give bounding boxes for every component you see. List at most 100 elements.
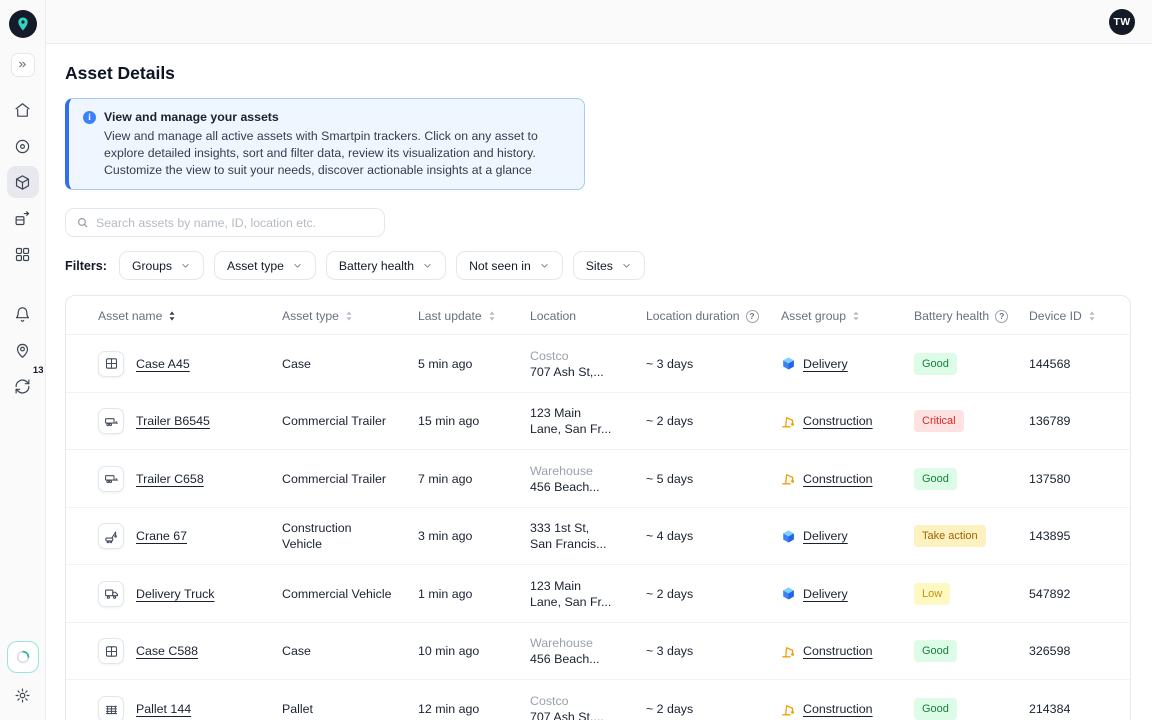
sort-icon[interactable] — [345, 310, 353, 322]
sidebar-item-sync[interactable]: 13 — [7, 370, 39, 402]
table-row[interactable]: Crane 67 Construction Vehicle 3 min ago … — [66, 508, 1130, 566]
assets-table: Asset nameAsset typeLast updateLocation L… — [65, 295, 1131, 720]
table-body: Case A45 Case 5 min ago Costco 707 Ash S… — [66, 335, 1130, 720]
column-header-location-duration[interactable]: Location duration? — [646, 309, 781, 323]
asset-name-link[interactable]: Delivery Truck — [136, 586, 215, 602]
location-cell: Costco 707 Ash St,... — [530, 693, 646, 720]
help-icon[interactable]: ? — [746, 310, 759, 323]
column-label: Device ID — [1029, 309, 1082, 323]
device-id-cell: 326598 — [1029, 643, 1130, 659]
last-update-cell: 10 min ago — [418, 643, 530, 659]
location-line1: 123 Main — [530, 578, 620, 594]
table-row[interactable]: Pallet 144 Pallet 12 min ago Costco 707 … — [66, 680, 1130, 720]
sync-icon — [14, 378, 31, 395]
sync-count-badge: 13 — [33, 365, 44, 376]
asset-group-link[interactable]: Delivery — [803, 586, 848, 602]
asset-name-cell: Crane 67 — [98, 523, 282, 549]
asset-group-cell: Delivery — [781, 356, 914, 372]
app-logo[interactable] — [9, 10, 37, 38]
sidebar-item-assets[interactable] — [7, 166, 39, 198]
table-row[interactable]: Case C588 Case 10 min ago Warehouse 456 … — [66, 623, 1130, 681]
sidebar-item-monitor[interactable] — [7, 130, 39, 162]
disc-icon — [14, 138, 31, 155]
asset-name-link[interactable]: Pallet 144 — [136, 701, 191, 717]
asset-group-link[interactable]: Construction — [803, 643, 873, 659]
sidebar-item-apps[interactable] — [7, 238, 39, 270]
location-line2: 707 Ash St,... — [530, 364, 620, 380]
table-row[interactable]: Trailer B6545 Commercial Trailer 15 min … — [66, 393, 1130, 451]
asset-name-cell: Case C588 — [98, 638, 282, 664]
asset-name-cell: Case A45 — [98, 351, 282, 377]
asset-name-cell: Trailer B6545 — [98, 408, 282, 434]
topbar: TW — [46, 0, 1152, 44]
asset-name-link[interactable]: Case A45 — [136, 356, 190, 372]
user-avatar[interactable]: TW — [1109, 9, 1135, 35]
info-banner: i View and manage your assets View and m… — [65, 98, 585, 190]
search-box[interactable] — [65, 208, 385, 237]
sidebar-item-shipments[interactable] — [7, 202, 39, 234]
column-header-asset-type[interactable]: Asset type — [282, 309, 418, 323]
construction-icon — [781, 702, 796, 717]
sidebar-item-locations[interactable] — [7, 334, 39, 366]
column-header-battery-health[interactable]: Battery health? — [914, 309, 1029, 323]
sort-icon[interactable] — [1088, 310, 1096, 322]
asset-name-link[interactable]: Trailer C658 — [136, 471, 204, 487]
asset-group-link[interactable]: Construction — [803, 413, 873, 429]
sort-icon[interactable] — [168, 310, 176, 322]
sidebar-expand-button[interactable] — [11, 53, 35, 77]
asset-name-link[interactable]: Trailer B6545 — [136, 413, 210, 429]
filter-chip-label: Asset type — [227, 259, 284, 273]
table-row[interactable]: Trailer C658 Commercial Trailer 7 min ag… — [66, 450, 1130, 508]
column-header-last-update[interactable]: Last update — [418, 309, 530, 323]
table-row[interactable]: Case A45 Case 5 min ago Costco 707 Ash S… — [66, 335, 1130, 393]
shipment-icon — [14, 210, 31, 227]
sidebar-bottom — [7, 641, 39, 710]
column-label: Location — [530, 309, 576, 323]
brand-icon[interactable] — [7, 641, 39, 673]
filters-row: Filters: GroupsAsset typeBattery healthN… — [65, 251, 1131, 280]
asset-name-cell: Delivery Truck — [98, 581, 282, 607]
sort-icon[interactable] — [852, 310, 860, 322]
asset-group-link[interactable]: Delivery — [803, 528, 848, 544]
sidebar-item-home[interactable] — [7, 94, 39, 126]
asset-group-link[interactable]: Construction — [803, 701, 873, 717]
filter-chips: Groups Asset type Battery health Not seen i… — [119, 251, 645, 280]
filter-chip-groups[interactable]: Groups — [119, 251, 204, 280]
table-row[interactable]: Delivery Truck Commercial Vehicle 1 min … — [66, 565, 1130, 623]
help-icon[interactable]: ? — [995, 310, 1008, 323]
case-icon — [98, 638, 124, 664]
column-header-location[interactable]: Location — [530, 309, 646, 323]
sort-icon[interactable] — [488, 310, 496, 322]
filter-chip-battery-health[interactable]: Battery health — [326, 251, 446, 280]
device-id-cell: 143895 — [1029, 528, 1130, 544]
app-root: 13 TW Asset Details i View and manage yo… — [0, 0, 1152, 720]
location-duration-cell: ~ 5 days — [646, 471, 781, 487]
location-cell: Warehouse 456 Beach... — [530, 463, 646, 495]
asset-name-link[interactable]: Crane 67 — [136, 528, 187, 544]
asset-group-link[interactable]: Delivery — [803, 356, 848, 372]
pin-icon — [14, 342, 31, 359]
filter-chip-sites[interactable]: Sites — [573, 251, 645, 280]
column-header-device-id[interactable]: Device ID — [1029, 309, 1130, 323]
sidebar-item-notifications[interactable] — [7, 298, 39, 330]
location-cell: 333 1st St, San Francis... — [530, 520, 646, 552]
battery-health-cell: Low — [914, 583, 1029, 605]
search-input[interactable] — [96, 216, 374, 230]
battery-health-cell: Critical — [914, 410, 1029, 432]
asset-name-link[interactable]: Case C588 — [136, 643, 198, 659]
bell-icon — [14, 306, 31, 323]
asset-type-cell: Pallet — [282, 701, 418, 717]
location-cell: Warehouse 456 Beach... — [530, 635, 646, 667]
grid-icon — [14, 246, 31, 263]
filter-chip-not-seen-in[interactable]: Not seen in — [456, 251, 563, 280]
truck-icon — [98, 581, 124, 607]
asset-group-link[interactable]: Construction — [803, 471, 873, 487]
filter-chip-asset-type[interactable]: Asset type — [214, 251, 316, 280]
column-header-asset-group[interactable]: Asset group — [781, 309, 914, 323]
delivery-icon — [781, 586, 796, 601]
filter-chip-label: Groups — [132, 259, 172, 273]
settings-gear-icon[interactable] — [8, 680, 38, 710]
column-header-asset-name[interactable]: Asset name — [98, 309, 282, 323]
construction-icon — [781, 414, 796, 429]
filter-chip-label: Battery health — [339, 259, 414, 273]
